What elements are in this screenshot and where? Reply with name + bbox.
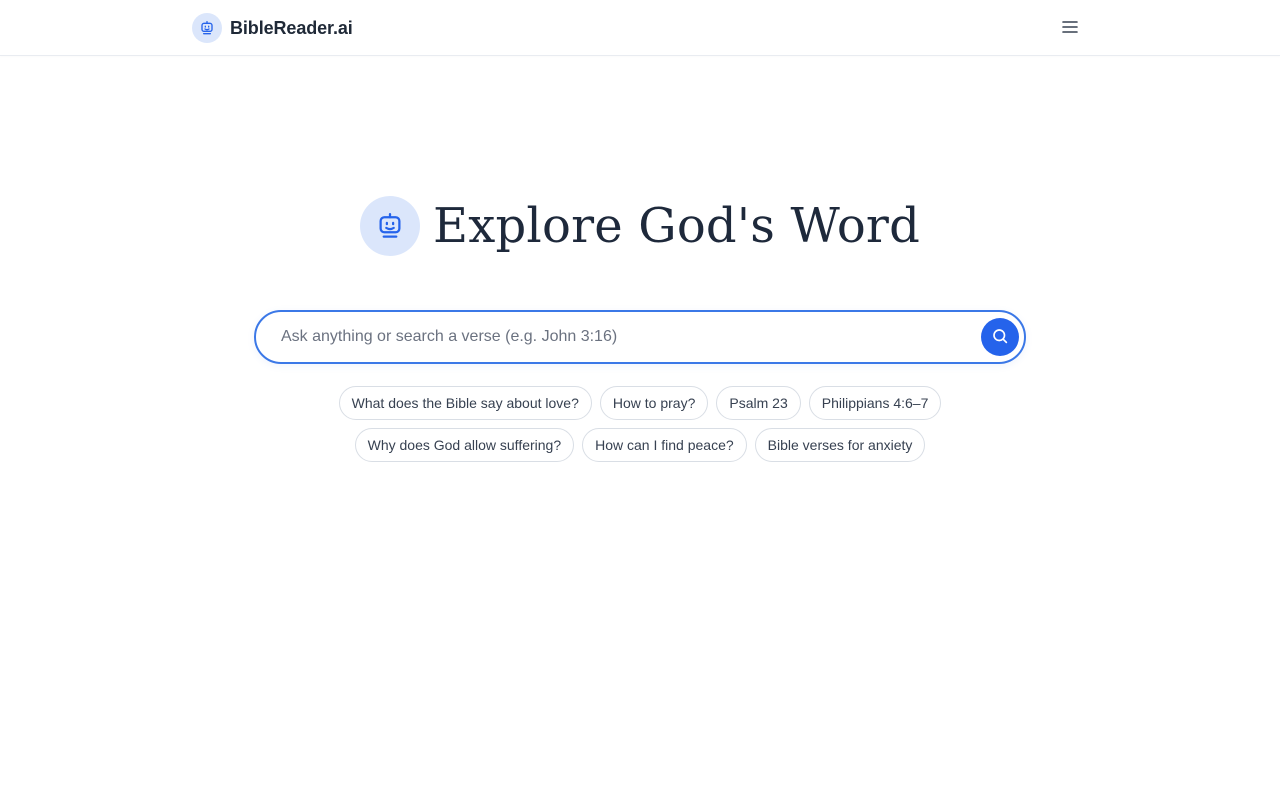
suggestion-row-1: What does the Bible say about love? How … [338, 386, 942, 420]
hero-heading: Explore God's Word [0, 196, 1280, 256]
search-bar [254, 310, 1026, 364]
suggestion-chip-peace[interactable]: How can I find peace? [582, 428, 747, 462]
suggestion-chip-psalm-23[interactable]: Psalm 23 [716, 386, 801, 420]
suggestion-chip-anxiety[interactable]: Bible verses for anxiety [754, 428, 926, 462]
suggestion-chip-pray[interactable]: How to pray? [599, 386, 709, 420]
search-input[interactable] [256, 312, 981, 362]
brand-logo-link[interactable]: BibleReader.ai [192, 13, 353, 43]
menu-button[interactable] [1058, 16, 1082, 40]
top-navbar: BibleReader.ai [0, 0, 1280, 56]
page-title: Explore God's Word [433, 198, 920, 254]
suggestion-chip-philippians[interactable]: Philippians 4:6–7 [808, 386, 942, 420]
hamburger-menu-icon [1061, 20, 1079, 37]
suggestion-row-2: Why does God allow suffering? How can I … [354, 428, 926, 462]
brand-name: BibleReader.ai [230, 17, 353, 38]
suggestion-chip-suffering[interactable]: Why does God allow suffering? [354, 428, 575, 462]
search-icon [991, 327, 1009, 348]
robot-face-icon [192, 13, 222, 43]
suggestion-chip-love[interactable]: What does the Bible say about love? [338, 386, 592, 420]
robot-face-icon [360, 196, 420, 256]
search-button[interactable] [981, 318, 1019, 356]
suggestion-chips: What does the Bible say about love? How … [0, 386, 1280, 462]
